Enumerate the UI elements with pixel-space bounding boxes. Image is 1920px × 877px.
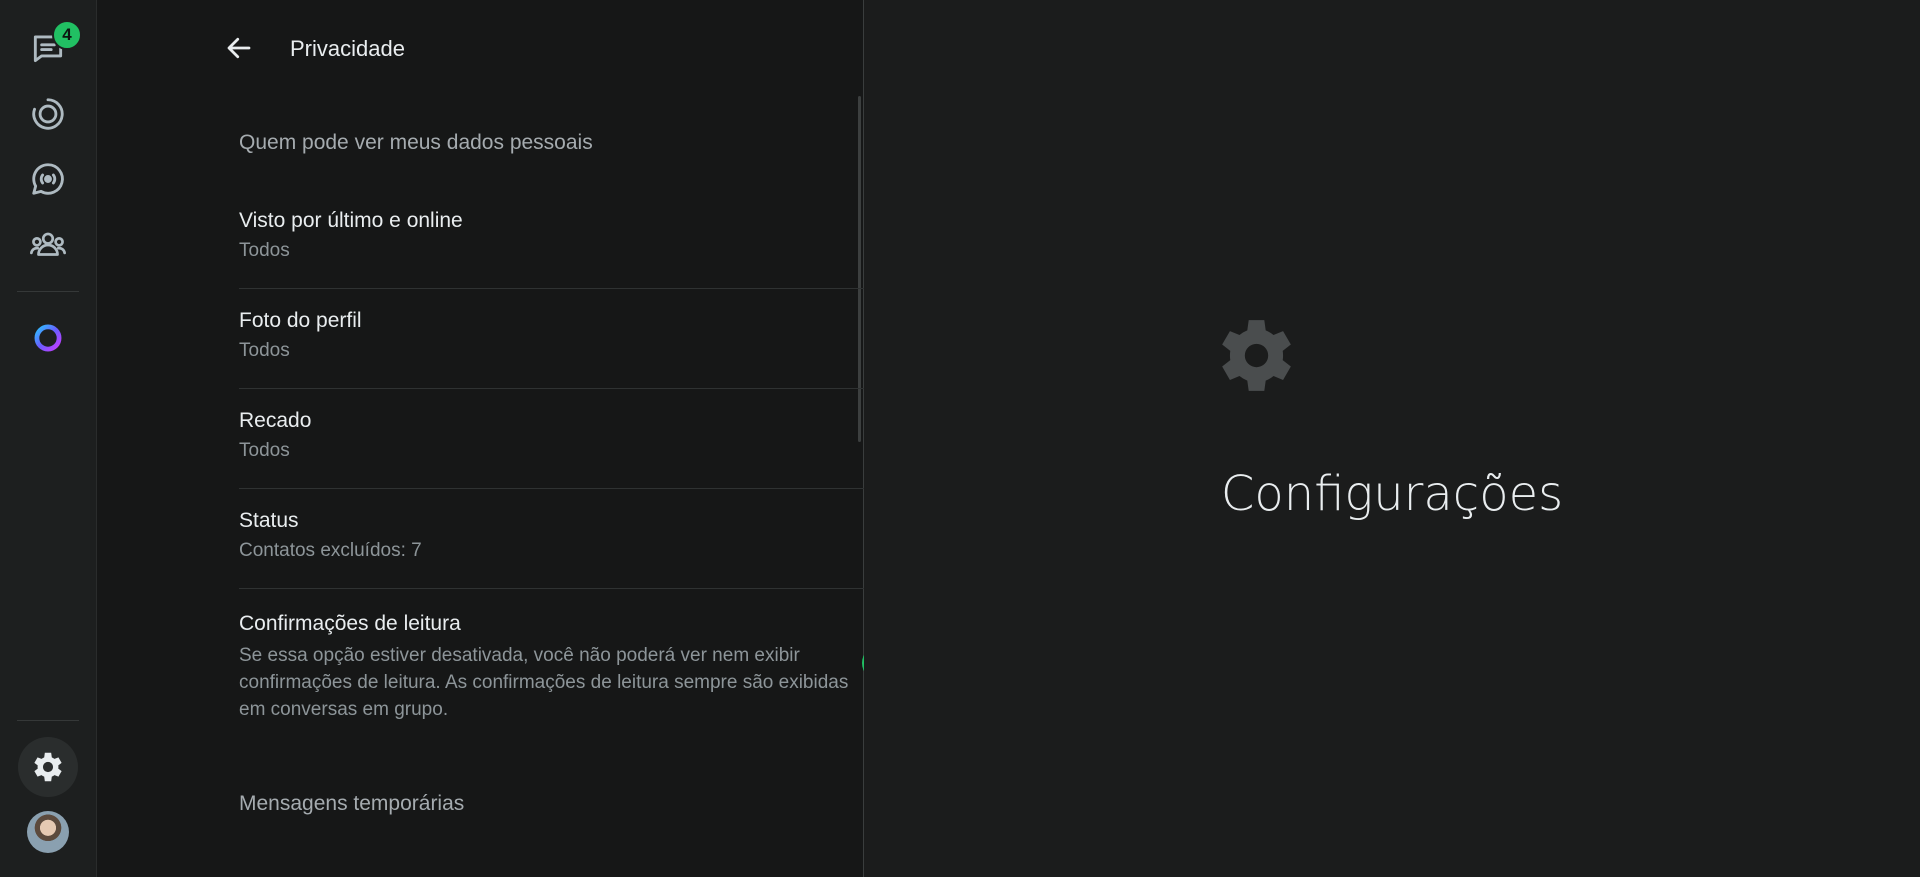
communities-icon [30, 232, 66, 256]
read-receipts-title: Confirmações de leitura [239, 612, 461, 635]
divider [239, 588, 917, 589]
chats-button[interactable]: 4 [18, 18, 82, 78]
status-icon [32, 98, 64, 130]
item-title: Foto do perfil [239, 309, 362, 332]
main-content: Configurações [864, 0, 1920, 877]
settings-heading: Configurações [1220, 466, 1564, 522]
channels-button[interactable] [18, 149, 78, 209]
section-title-temporary-messages: Mensagens temporárias [239, 792, 465, 815]
settings-button[interactable] [18, 737, 78, 797]
profile-avatar[interactable] [27, 811, 69, 853]
privacy-panel: Privacidade Quem pode ver meus dados pes… [97, 0, 925, 877]
privacy-item-status[interactable]: Status Contatos excluídos: 7 [239, 489, 917, 589]
back-button[interactable] [219, 30, 259, 66]
section-title-personal-data: Quem pode ver meus dados pessoais [239, 131, 593, 154]
gear-icon [1222, 320, 1291, 391]
read-receipts-setting: Confirmações de leitura Se essa opção es… [239, 612, 929, 732]
read-receipts-description: Se essa opção estiver desativada, você n… [239, 645, 849, 720]
rail-divider [17, 720, 79, 721]
app-window: 4 Privacidade Quem pode ver meus dados p… [0, 0, 1920, 877]
item-value: Todos [239, 340, 290, 361]
unread-badge: 4 [52, 20, 82, 50]
page-title: Privacidade [290, 36, 405, 61]
privacy-item-profile-photo[interactable]: Foto do perfil Todos [239, 289, 917, 389]
item-title: Status [239, 509, 299, 532]
rail-divider [17, 291, 79, 292]
item-title: Recado [239, 409, 312, 432]
item-value: Todos [239, 440, 290, 461]
item-value: Contatos excluídos: 7 [239, 540, 422, 561]
settings-icon [34, 752, 62, 782]
arrow-left-icon [227, 37, 251, 59]
communities-button[interactable] [18, 215, 78, 275]
meta-ai-button[interactable] [18, 308, 78, 368]
item-value: Todos [239, 240, 290, 261]
item-title: Visto por último e online [239, 209, 463, 232]
nav-rail: 4 [0, 0, 97, 877]
channels-icon [32, 163, 64, 195]
privacy-item-about[interactable]: Recado Todos [239, 389, 917, 489]
status-button[interactable] [18, 84, 78, 144]
meta-ai-icon [34, 324, 62, 352]
privacy-item-last-seen[interactable]: Visto por último e online Todos [239, 189, 917, 289]
